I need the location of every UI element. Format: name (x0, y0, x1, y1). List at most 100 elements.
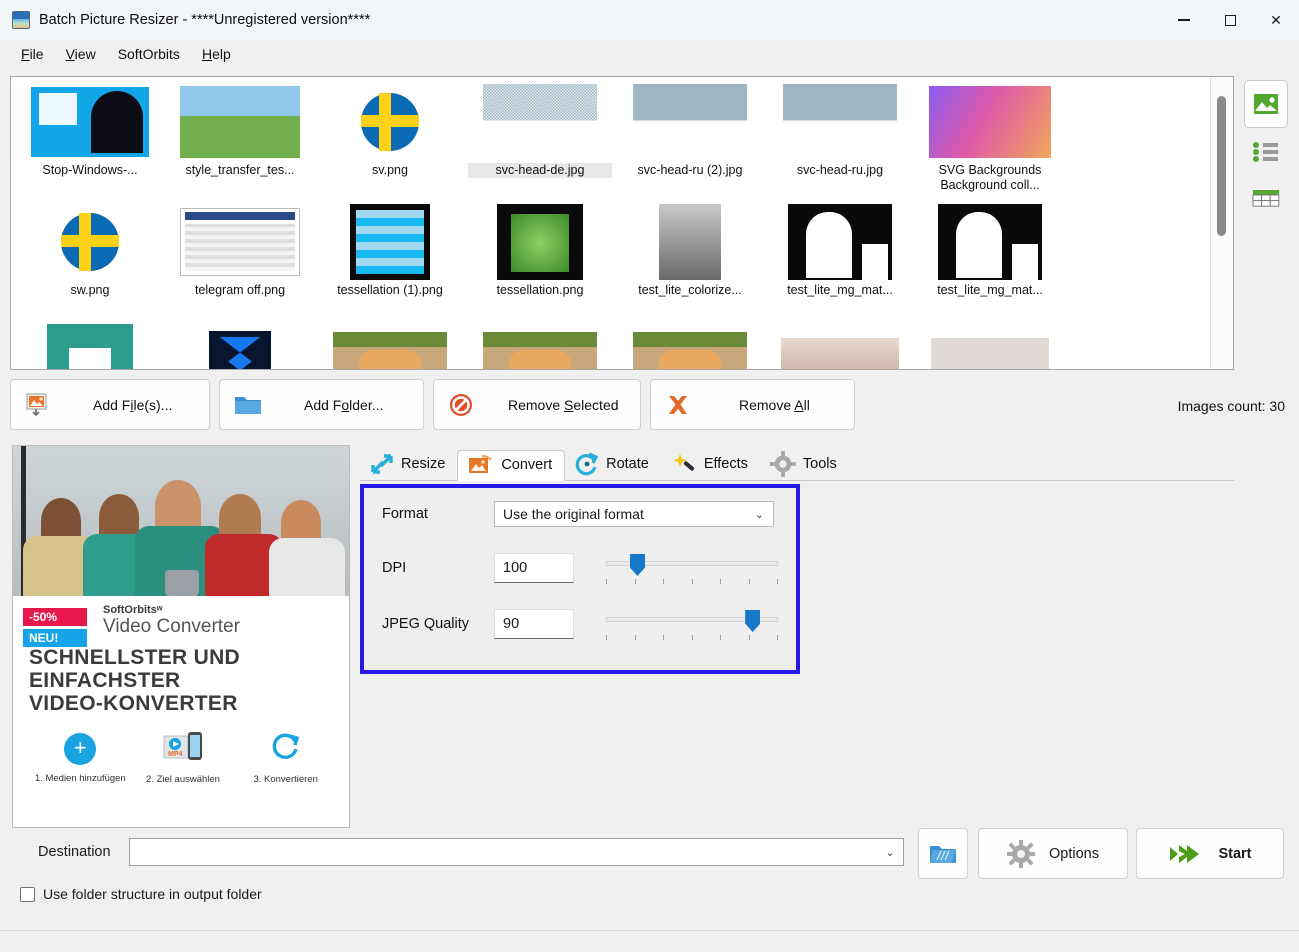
destination-row: Destination ⌄ (38, 838, 904, 866)
thumbnail-image-wrap[interactable] (778, 203, 902, 280)
maximize-button[interactable] (1207, 0, 1253, 40)
thumbnail-image-wrap[interactable] (928, 323, 1052, 369)
dpi-slider-thumb[interactable] (629, 554, 645, 576)
thumbnail-image (931, 337, 1049, 369)
thumbnail-image-wrap[interactable] (28, 323, 152, 369)
thumbnail-caption: svc-head-ru (2).jpg (637, 163, 743, 177)
thumbnail-item[interactable]: svc-head-ru.jpg (765, 83, 915, 203)
thumbnail-grid[interactable]: Stop-Windows-... style_transfer_tes... sv.… (11, 77, 1207, 369)
close-button[interactable]: ✕ (1253, 0, 1299, 40)
thumbnail-image (659, 203, 721, 280)
list-view-button[interactable] (1244, 128, 1288, 176)
dpi-row: DPI 100 (364, 540, 796, 596)
dpi-input[interactable]: 100 (494, 553, 574, 583)
jpeg-quality-slider-thumb[interactable] (745, 610, 761, 632)
thumbnail-item[interactable]: SVG Backgrounds Background coll... (915, 83, 1065, 203)
remove-all-label: Remove All (739, 396, 810, 413)
thumbnail-image-wrap[interactable] (628, 83, 752, 160)
thumbnail-image (209, 330, 271, 369)
menu-file[interactable]: File (10, 43, 55, 65)
mp4-device-icon: MP4 (163, 732, 202, 760)
remove-all-button[interactable]: Remove All (650, 379, 855, 430)
thumbnail-item[interactable]: test_lite_mg_mat... (915, 203, 1065, 323)
add-files-button[interactable]: Add File(s)... (10, 379, 210, 430)
thumbnail-image-wrap[interactable] (178, 203, 302, 280)
thumbnail-image-wrap[interactable] (478, 323, 602, 369)
dpi-slider[interactable] (606, 551, 778, 585)
minimize-button[interactable] (1161, 0, 1207, 40)
remove-selected-label: Remove Selected (508, 396, 619, 413)
thumbnail-item[interactable]: tessellation (1).png (315, 203, 465, 323)
tab-rotate[interactable]: Rotate (565, 449, 661, 480)
thumbnail-item[interactable]: Title2.jpg (315, 323, 465, 369)
menu-softorbits[interactable]: SoftOrbits (107, 43, 191, 65)
thumbnail-image-wrap[interactable] (178, 323, 302, 369)
thumbnail-image (783, 83, 897, 160)
jpeg-quality-input[interactable]: 90 (494, 609, 574, 639)
tab-tools[interactable]: Tools (760, 449, 849, 480)
thumbnail-image (61, 212, 119, 271)
thumbnail-scrollbar[interactable] (1210, 78, 1232, 368)
thumbnail-caption: test_lite_mg_mat... (937, 283, 1043, 297)
thumbnail-item[interactable]: sw.png (15, 203, 165, 323)
thumbnail-image-wrap[interactable] (628, 323, 752, 369)
dpi-label: DPI (382, 560, 407, 576)
tab-convert[interactable]: Convert (457, 450, 566, 481)
thumbnail-caption: test_lite_colorize... (638, 283, 742, 297)
thumbnail-item[interactable] (765, 323, 915, 369)
slider-tick (777, 635, 778, 640)
tab-resize[interactable]: Resize (360, 449, 457, 480)
thumbnail-scroll-area[interactable]: Stop-Windows-... style_transfer_tes... sv.… (11, 77, 1207, 369)
window-title: Batch Picture Resizer - ****Unregistered… (39, 12, 371, 28)
thumbnail-item[interactable] (615, 323, 765, 369)
thumbnail-image-wrap[interactable] (328, 203, 452, 280)
menu-help[interactable]: Help (191, 43, 242, 65)
folder-structure-checkbox[interactable] (20, 886, 35, 902)
menu-view[interactable]: View (55, 43, 107, 65)
thumbnail-image-wrap[interactable] (478, 83, 602, 160)
destination-input[interactable]: ⌄ (128, 838, 904, 866)
thumbnail-image-wrap[interactable] (778, 83, 902, 160)
details-view-button[interactable] (1244, 176, 1288, 224)
folder-structure-checkbox-row[interactable]: Use folder structure in output folder (20, 886, 262, 902)
thumbnail-caption: svc-head-de.jpg (468, 163, 612, 178)
thumbnail-image-wrap[interactable] (28, 83, 152, 160)
thumbnail-image-wrap[interactable] (928, 83, 1052, 160)
thumbnail-item[interactable]: Title-fix-out.jpg (465, 323, 615, 369)
browse-folder-button[interactable] (918, 828, 968, 879)
thumbnail-image-wrap[interactable] (478, 203, 602, 280)
preview-brand: SoftOrbitsʷ (103, 604, 163, 616)
add-folder-button[interactable]: Add Folder... (219, 379, 424, 430)
thumbnails-view-button[interactable] (1244, 80, 1288, 128)
thumbnail-panel[interactable]: Stop-Windows-... style_transfer_tes... sv.… (10, 76, 1234, 370)
remove-selected-button[interactable]: Remove Selected (433, 379, 641, 430)
thumbnail-item[interactable]: style_transfer_tes... (165, 83, 315, 203)
thumbnail-item[interactable]: sv.png (315, 83, 465, 203)
thumbnail-item[interactable]: telegram off.png (165, 203, 315, 323)
thumbnail-item[interactable]: test_lite_mg_mat... (765, 203, 915, 323)
start-button[interactable]: Start (1136, 828, 1284, 879)
thumbnail-image-wrap[interactable] (28, 203, 152, 280)
thumbnail-image-wrap[interactable] (328, 83, 452, 160)
thumbnail-image-wrap[interactable] (928, 203, 1052, 280)
thumbnail-item[interactable]: test_lite_colorize... (615, 203, 765, 323)
thumbnail-item[interactable]: tessellation.png (465, 203, 615, 323)
thumbnail-item[interactable]: tiff.jpg (15, 323, 165, 369)
settings-tabs[interactable]: Resize Convert Rotate Effects Tools (360, 448, 1234, 481)
thumbnail-item[interactable] (915, 323, 1065, 369)
thumbnail-item[interactable]: svc-head-de.jpg (465, 83, 615, 203)
thumbnail-item[interactable]: time.png (165, 323, 315, 369)
tab-effects[interactable]: Effects (661, 449, 760, 480)
thumbnail-image-wrap[interactable] (328, 323, 452, 369)
format-dropdown[interactable]: Use the original format ⌄ (494, 501, 774, 527)
thumbnail-item[interactable]: Stop-Windows-... (15, 83, 165, 203)
magic-wand-icon (671, 452, 697, 476)
scrollbar-thumb[interactable] (1217, 96, 1226, 236)
thumbnail-item[interactable]: svc-head-ru (2).jpg (615, 83, 765, 203)
options-button[interactable]: Options (978, 828, 1128, 879)
jpeg-quality-slider[interactable] (606, 607, 778, 641)
thumbnail-image-wrap[interactable] (778, 323, 902, 369)
thumbnail-image-wrap[interactable] (628, 203, 752, 280)
thumbnail-image-wrap[interactable] (178, 83, 302, 160)
title-bar: Batch Picture Resizer - ****Unregistered… (0, 0, 1299, 40)
